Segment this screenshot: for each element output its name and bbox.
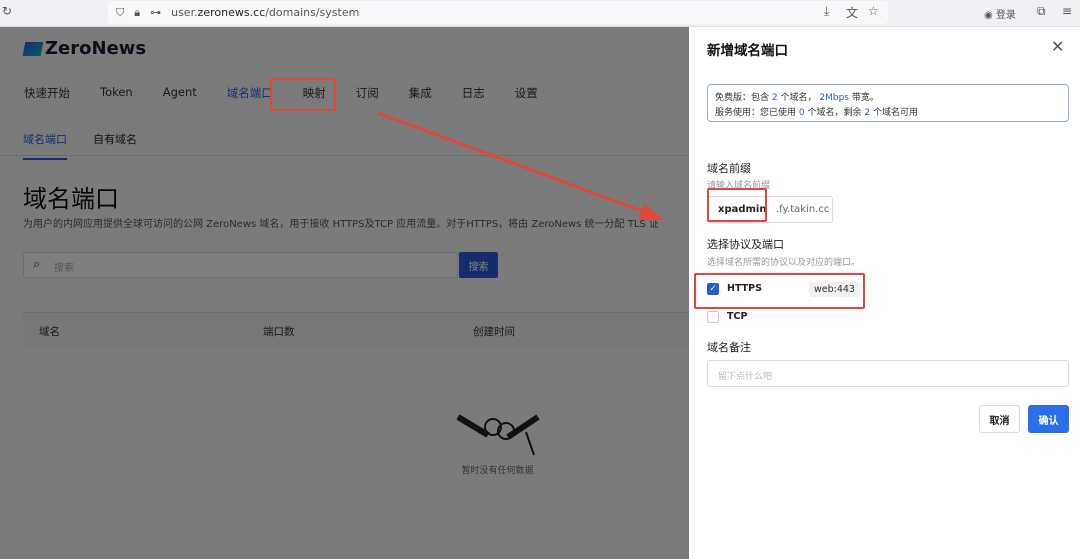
annotation-arrow	[377, 111, 664, 220]
